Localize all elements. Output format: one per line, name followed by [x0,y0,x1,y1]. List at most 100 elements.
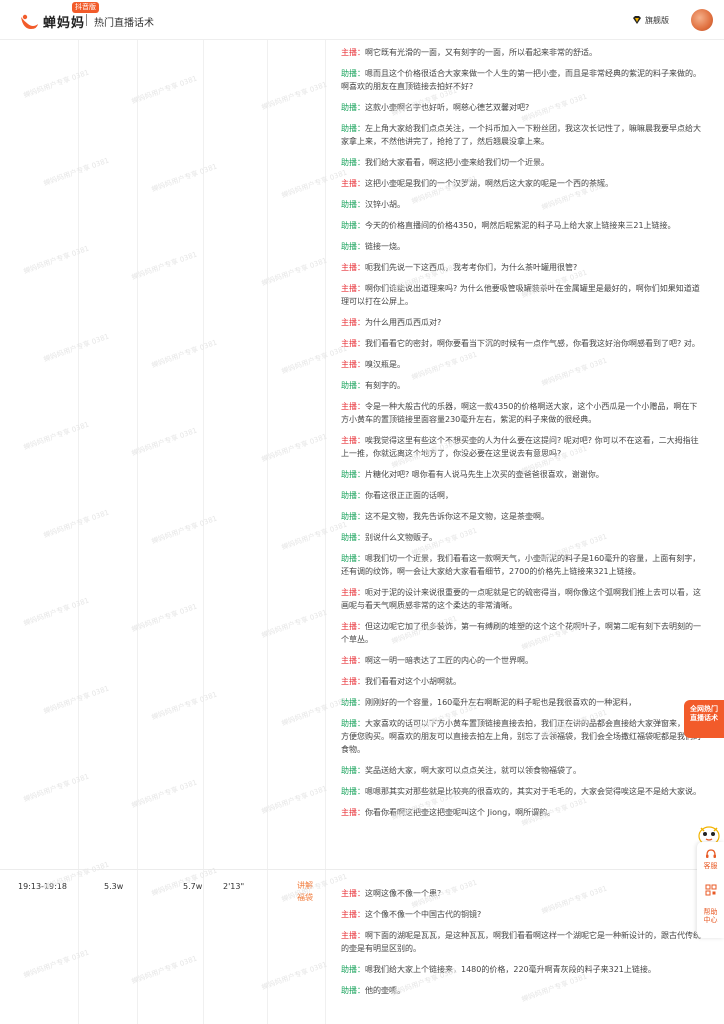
watermark: 蝉妈妈用户专享 0381 [22,420,91,452]
customer-service-button[interactable]: 客服 [697,848,724,870]
script-line: 主播：但这边呢它加了很多装饰，第一有缚刷的堆塑的这个这个花啊叶子，啊第二呢有刻下… [341,620,703,646]
script-line: 主播：这把小壶呢是我们的一个汉罗湖，啊然后这大家的呢是一个西的茶罐。 [341,177,703,190]
hot-scripts-promo[interactable]: 全网热门 直播话术 [684,700,724,738]
watermark: 蝉妈妈用户专享 0381 [280,520,349,552]
script-line-text: 嗅汉瓶是。 [365,360,405,369]
script-line: 助播：你看这很正正面的话啊， [341,489,703,502]
script-line-text: 我们看看对这个小胡啊就。 [365,677,461,686]
script-line-text: 我们给大家看看，啊这把小壶来给我们切一个近景。 [365,158,549,167]
host-role-label: 主播： [341,622,365,631]
script-line-text: 奖品送给大家，啊大家可以点点关注，就可以领食物福袋了。 [365,766,581,775]
watermark: 蝉妈妈用户专享 0381 [22,772,91,804]
script-line: 助播：今天的价格直播间的价格4350，啊然后呢紫泥的料子马上给大家上链接来三21… [341,219,703,232]
script-line: 助播：这款小壶啊名字也好听，啊慈心德艺双馨对吧? [341,101,703,114]
script-line-text: 今天的价格直播间的价格4350，啊然后呢紫泥的料子马上给大家上链接来三21上链接… [365,221,676,230]
script-line: 助播：片糖化对吧? 嗯你看有人说马先生上次买的壶爸爸很喜欢，谢谢你。 [341,468,703,481]
script-line: 主播：为什么用西瓜西瓜对? [341,316,703,329]
row-divider [0,869,724,870]
script-line-text: 啊下面的湖呢是瓦瓦，是这种瓦瓦，啊我们看看啊这样一个湖呢它是一种新设计的，跟古代… [341,931,701,953]
script-table: 主播：啊它既有光滑的一面，又有刻字的一面，所以看起来非常的舒适。 助播：嗯而且这个… [0,40,724,1024]
host-role-label: 主播： [341,263,365,272]
script-line-text: 片糖化对吧? 嗯你看有人说马先生上次买的壶爸爸很喜欢，谢谢你。 [365,470,604,479]
script-line: 助播：嗯嗯那其实对那些就是比较亮的很喜欢的，其实对于毛毛的，大家会觉得唉这是不是… [341,785,703,798]
script-line: 助播：左上角大家给我们点点关注，一个抖币加入一下粉丝团，我这次长记性了，嘛嘛晨我… [341,122,703,148]
user-avatar[interactable] [691,9,713,31]
script-line: 主播：唉我觉得这里有些这个不想买壶的人为什么要在这提问? 呢对吧? 你可以不在这… [341,434,703,460]
column-divider [137,40,138,1024]
assistant-role-label: 助播： [341,200,365,209]
script-line: 助播：别说什么文物贩子。 [341,531,703,544]
script-line: 主播：嗅汉瓶是。 [341,358,703,371]
script-line-text: 这个像不像一个中国古代的铜镜? [365,910,482,919]
host-role-label: 主播： [341,402,365,411]
script-line: 主播：你看你看啊这把壶这把壶呢叫这个 Jiong，啊所谓韵。 [341,806,703,819]
script-line: 主播：呃对于泥的设计来说很重要的一点呢就是它的硫密得当，啊你像这个弧啊我们推上去… [341,586,703,612]
watermark: 蝉妈妈用户专享 0381 [130,602,199,634]
assistant-role-label: 助播： [341,554,365,563]
script-line: 主播：啊你们谁能说出道理来吗? 为什么他要吸管吸罐装茶叶在金属罐里是最好的，啊你… [341,282,703,308]
script-line: 助播：我们给大家看看，啊这把小壶来给我们切一个近景。 [341,156,703,169]
watermark: 蝉妈妈用户专享 0381 [42,508,111,540]
assistant-role-label: 助播： [341,69,365,78]
watermark: 蝉妈妈用户专享 0381 [130,74,199,106]
brand-name[interactable]: 蝉妈妈 [43,12,85,31]
logo-icon[interactable] [19,13,39,31]
type-tag[interactable]: 讲解 福袋 [297,880,313,904]
customer-service-label: 客服 [703,862,718,870]
account-level[interactable]: 旗舰版 [645,15,669,26]
script-line-text: 为什么用西瓜西瓜对? [365,318,442,327]
script-line-text: 嗯嗯那其实对那些就是比较亮的很喜欢的，其实对于毛毛的，大家会觉得唉这是不是给大家… [365,787,701,796]
assistant-role-label: 助播： [341,533,365,542]
column-divider [267,40,268,1024]
script-lines-row-2: 主播：这啊这像不像一个患? 主播：这个像不像一个中国古代的铜镜? 主播：啊下面的湖呢… [341,887,703,1005]
script-line-text: 你看这很正正面的话啊， [365,491,453,500]
column-divider [203,40,204,1024]
watermark: 蝉妈妈用户专享 0381 [22,596,91,628]
watermark: 蝉妈妈用户专享 0381 [130,250,199,282]
promo-label: 全网热门 直播话术 [690,705,718,722]
script-line-text: 左上角大家给我们点点关注，一个抖币加入一下粉丝团，我这次长记性了，嘛嘛晨我要早点… [341,124,701,146]
host-role-label: 主播： [341,677,365,686]
script-line-text: 我们看看它的密封，啊你要看当下沉的时候有一点作气感，你看我这好治你啊感看到了吧?… [365,339,700,348]
assistant-role-label: 助播： [341,787,365,796]
watermark: 蝉妈妈用户专享 0381 [42,156,111,188]
assistant-role-label: 助播： [341,381,365,390]
qr-code-button[interactable] [697,884,724,898]
script-line: 助播：嗯我们切一个近景，我们看看这一款啊天气，小壶断泥的料子是160毫升的容量，… [341,552,703,578]
script-line: 主播：呃我们先说一下这西瓜，我考考你们，为什么茶叶罐用很管? [341,261,703,274]
assistant-role-label: 助播： [341,491,365,500]
watermark: 蝉妈妈用户专享 0381 [260,784,329,816]
time-range-cell: 19:13-19:18 [18,882,67,891]
metric-a-cell: 5.3w [104,882,124,891]
version-badge: 抖音版 [72,2,99,13]
assistant-role-label: 助播： [341,124,365,133]
script-line-text: 别说什么文物贩子。 [365,533,437,542]
script-line: 主播：啊下面的湖呢是瓦瓦，是这种瓦瓦，啊我们看看啊这样一个湖呢它是一种新设计的，… [341,929,703,955]
script-line-text: 汉锌小胡。 [365,200,405,209]
assistant-role-label: 助播： [341,986,365,995]
host-role-label: 主播： [341,318,365,327]
script-line-text: 大家喜欢的话可以下方小黄车置顶链接直接去拍，我们正在讲的品都会直接给大家弹窗来，… [341,719,701,754]
script-line-text: 啊它既有光滑的一面，又有刻字的一面，所以看起来非常的舒适。 [365,48,597,57]
watermark: 蝉妈妈用户专享 0381 [260,432,329,464]
watermark: 蝉妈妈用户专享 0381 [42,684,111,716]
assistant-role-label: 助播： [341,698,365,707]
watermark: 蝉妈妈用户专享 0381 [42,332,111,364]
column-divider [325,40,326,1024]
script-line-text: 这不是文物，我先告诉你这不是文物，这是茶壶啊。 [365,512,549,521]
host-role-label: 主播： [341,656,365,665]
script-line: 助播：这不是文物，我先告诉你这不是文物，这是茶壶啊。 [341,510,703,523]
script-line-text: 嗯而且这个价格很适合大家来做一个人生的第一把小壶，而且是非常经典的紫泥的料子来做… [341,69,701,91]
script-line: 主播：我们看看对这个小胡啊就。 [341,675,703,688]
watermark: 蝉妈妈用户专享 0381 [260,256,329,288]
script-line: 助播：刚刚好的一个容量，160毫升左右啊断泥的料子呢也是我很喜欢的一种泥料， [341,696,703,709]
script-line-text: 你看你看啊这把壶这把壶呢叫这个 Jiong，啊所谓韵。 [365,808,556,817]
help-center-button[interactable]: 帮助 中心 [697,908,724,924]
watermark: 蝉妈妈用户专享 0381 [260,960,329,992]
script-line: 助播：嗯我们给大家上个链接来，1480的价格，220毫升啊青灰段的料子来321上… [341,963,703,976]
script-line-text: 呃对于泥的设计来说很重要的一点呢就是它的硫密得当，啊你像这个弧啊我们推上去可以看… [341,588,701,610]
script-line: 主播：啊它既有光滑的一面，又有刻字的一面，所以看起来非常的舒适。 [341,46,703,59]
host-role-label: 主播： [341,179,365,188]
script-line: 主播：我们看看它的密封，啊你要看当下沉的时候有一点作气感，你看我这好治你啊感看到… [341,337,703,350]
host-role-label: 主播： [341,588,365,597]
